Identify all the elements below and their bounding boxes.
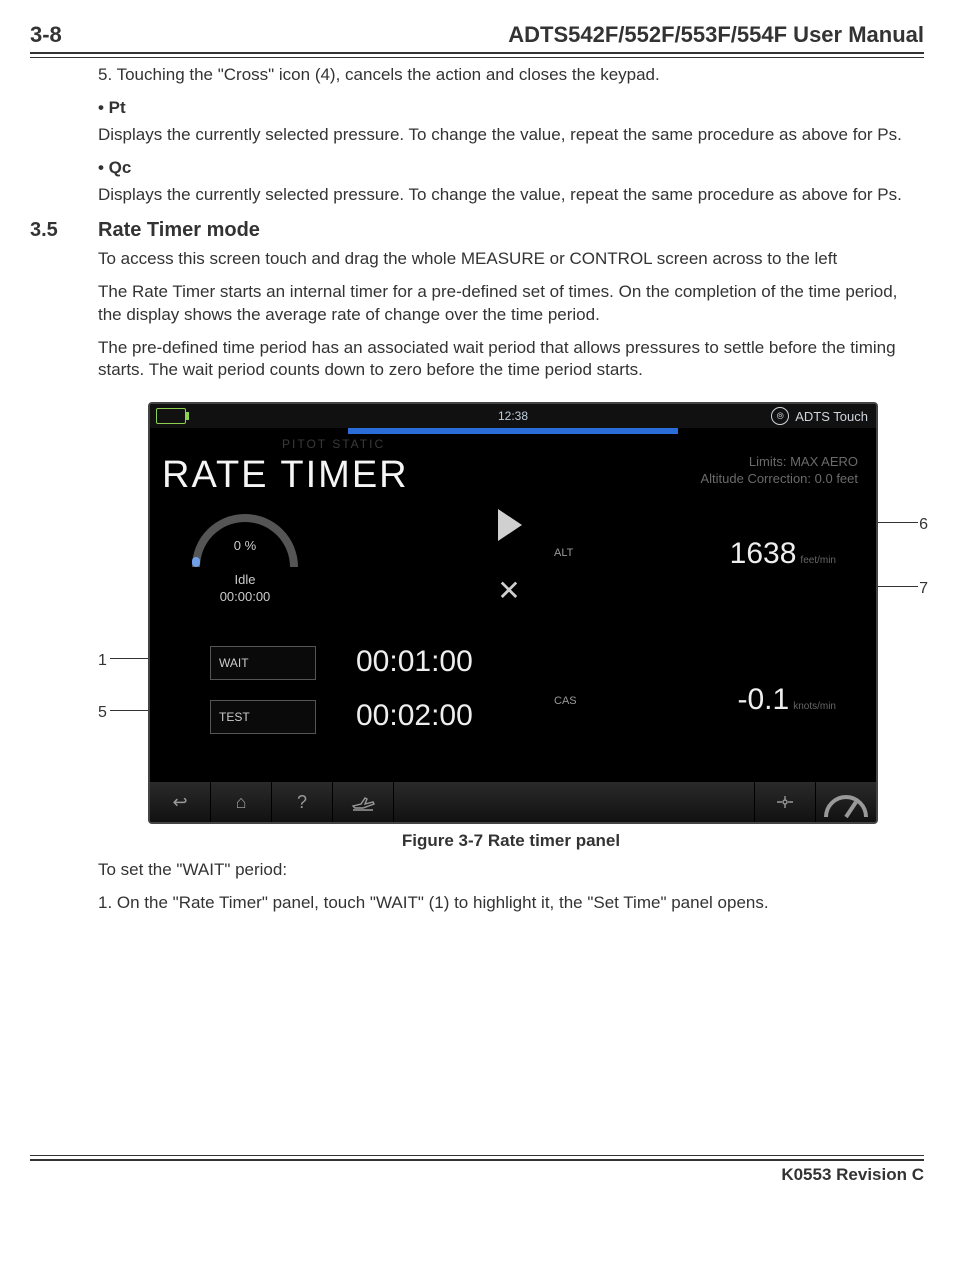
limits-info: Limits: MAX AERO Altitude Correction: 0.… — [700, 454, 858, 488]
play-button[interactable] — [488, 504, 530, 546]
gauge-arc-icon — [192, 514, 298, 567]
blue-strip — [348, 428, 678, 434]
footer-revision: K0553 Revision C — [30, 1165, 924, 1185]
ge-logo-icon: ⦾ — [771, 407, 789, 425]
status-time: 12:38 — [498, 408, 528, 424]
home-button[interactable]: ⌂ — [211, 782, 272, 822]
content: 5. Touching the "Cross" icon (4), cancel… — [30, 64, 924, 915]
alt-label: ALT — [554, 546, 573, 561]
wait-label: WAIT — [210, 646, 316, 680]
cross-button[interactable]: ✕ — [488, 572, 530, 614]
back-icon: ↩ — [172, 790, 187, 814]
callout-6: 6 — [919, 514, 928, 536]
help-button[interactable]: ? — [272, 782, 333, 822]
cross-icon: ✕ — [497, 575, 520, 606]
section-p1: To access this screen touch and drag the… — [98, 248, 924, 271]
status-bar: 12:38 ⦾ ADTS Touch — [150, 404, 876, 428]
figure-wrap: 1 5 6 7 12:38 ⦾ ADTS Touch — [98, 402, 928, 824]
page-header: 3-8 ADTS542F/552F/553F/554F User Manual — [30, 22, 924, 48]
alt-value: 1638feet/min — [730, 534, 836, 575]
help-icon: ? — [297, 790, 307, 814]
cas-number: -0.1 — [738, 683, 790, 716]
manual-title: ADTS542F/552F/553F/554F User Manual — [508, 22, 924, 48]
wait-value: 00:01:00 — [356, 642, 473, 683]
cas-label: CAS — [554, 694, 577, 709]
aircraft-target-icon — [773, 792, 797, 812]
rate-timer-title: RATE TIMER — [162, 450, 409, 501]
footer-rule — [30, 1155, 924, 1161]
alt-number: 1638 — [730, 537, 797, 570]
battery-icon — [156, 408, 186, 424]
limits-line2: Altitude Correction: 0.0 feet — [700, 471, 858, 488]
wait-row[interactable]: WAIT 00:01:00 — [210, 642, 473, 683]
limits-line1: Limits: MAX AERO — [700, 454, 858, 471]
qc-label: • Qc — [98, 157, 924, 180]
gauge-idle: Idle — [190, 571, 300, 589]
aircraft-land-icon — [351, 792, 375, 812]
callout-7: 7 — [919, 578, 928, 600]
figure-caption: Figure 3-7 Rate timer panel — [98, 830, 924, 853]
alt-unit: feet/min — [800, 555, 836, 566]
qc-text: Displays the currently selected pressure… — [98, 184, 924, 207]
post-p1: To set the "WAIT" period: — [98, 859, 924, 882]
section-heading: 3.5 Rate Timer mode — [30, 217, 924, 244]
device-screenshot: 12:38 ⦾ ADTS Touch PITOT STATIC RATE TIM… — [148, 402, 878, 824]
section-number: 3.5 — [30, 217, 98, 244]
step-5-text: 5. Touching the "Cross" icon (4), cancel… — [98, 64, 924, 87]
test-label: TEST — [210, 700, 316, 734]
callout-5: 5 — [98, 702, 107, 724]
aircraft-button[interactable] — [333, 782, 394, 822]
play-icon — [498, 509, 522, 541]
nav-bar: ↩ ⌂ ? — [150, 782, 876, 822]
callout-1: 1 — [98, 650, 107, 672]
test-value: 00:02:00 — [356, 696, 473, 737]
cas-value: -0.1knots/min — [738, 680, 837, 721]
brand: ⦾ ADTS Touch — [771, 407, 868, 425]
post-p2: 1. On the "Rate Timer" panel, touch "WAI… — [98, 892, 924, 915]
section-title: Rate Timer mode — [98, 217, 260, 244]
gauge-time: 00:00:00 — [190, 588, 300, 606]
page: 3-8 ADTS542F/552F/553F/554F User Manual … — [0, 0, 954, 1215]
target-button[interactable] — [754, 782, 815, 822]
brand-label: ADTS Touch — [795, 408, 868, 426]
header-rule — [30, 52, 924, 58]
gauge: 0 % Idle 00:00:00 — [190, 514, 300, 604]
gauge-button[interactable] — [815, 782, 876, 822]
home-icon: ⌂ — [236, 790, 247, 814]
test-row[interactable]: TEST 00:02:00 — [210, 696, 473, 737]
page-number: 3-8 — [30, 22, 62, 48]
back-button[interactable]: ↩ — [150, 782, 211, 822]
section-p2: The Rate Timer starts an internal timer … — [98, 281, 924, 327]
pt-label: • Pt — [98, 97, 924, 120]
cas-unit: knots/min — [793, 701, 836, 712]
pt-text: Displays the currently selected pressure… — [98, 124, 924, 147]
section-p3: The pre-defined time period has an assoc… — [98, 337, 924, 383]
gauge-icon — [816, 777, 876, 824]
